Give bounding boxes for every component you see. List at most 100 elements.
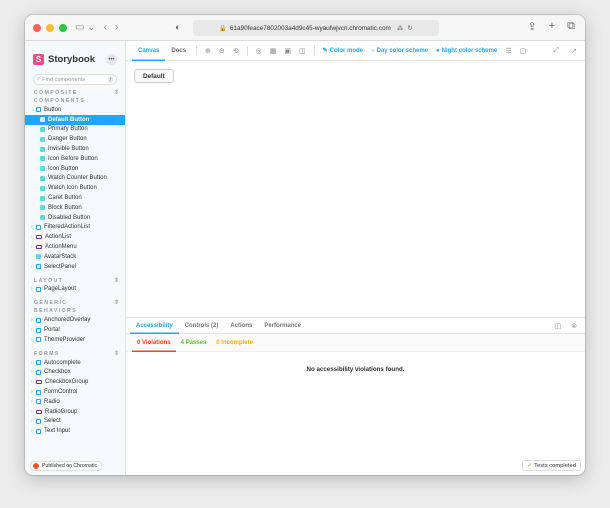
story-icon bbox=[40, 215, 45, 221]
sidebar-item-label: RadioGroup bbox=[45, 408, 78, 415]
sidebar-item[interactable]: Watch Icon Button bbox=[25, 183, 125, 193]
default-button[interactable]: Default bbox=[134, 69, 174, 83]
component-icon bbox=[36, 399, 41, 405]
sidebar-item[interactable]: › Autocomplete bbox=[25, 358, 125, 368]
viewport-icon[interactable]: ▣ bbox=[284, 47, 291, 55]
sidebar-item[interactable]: › CheckboxGroup bbox=[25, 377, 125, 387]
expand-collapse-icon[interactable]: ⇕ bbox=[114, 350, 119, 357]
brand-name: Storybook bbox=[48, 54, 95, 65]
sidebar-item[interactable]: › FormControl bbox=[25, 387, 125, 397]
component-icon bbox=[36, 360, 41, 366]
sidebar-item[interactable]: › Portal bbox=[25, 325, 125, 335]
sidebar-item[interactable]: › SelectPanel bbox=[25, 262, 125, 272]
story-icon bbox=[40, 175, 45, 181]
sidebar-item[interactable]: Watch Counter Button bbox=[25, 174, 125, 184]
sidebar-item[interactable]: ⌄ Button bbox=[25, 105, 125, 115]
expand-collapse-icon[interactable]: ⇕ bbox=[114, 89, 119, 96]
color-mode-button[interactable]: ✎ Color mode bbox=[323, 47, 363, 55]
sidebar-item[interactable]: Danger Button bbox=[25, 134, 125, 144]
sidebar-item[interactable]: › PageLayout bbox=[25, 285, 125, 295]
zoom-out-icon[interactable]: ⊖ bbox=[219, 47, 225, 55]
minimize-window-button[interactable] bbox=[46, 23, 54, 32]
sidebar-item-label: Autocomplete bbox=[44, 359, 81, 366]
new-tab-icon[interactable]: + bbox=[549, 20, 555, 33]
sidebar-item[interactable]: AvatarStack bbox=[25, 252, 125, 262]
close-panel-icon[interactable]: ⊗ bbox=[571, 322, 577, 330]
sidebar-item[interactable]: › Checkbox bbox=[25, 368, 125, 378]
addon-panel-icon[interactable]: ▢ bbox=[520, 47, 527, 55]
address-bar[interactable]: 🔒 61a90feace7802003a4d9c45-wyaufwjvcn.ch… bbox=[193, 20, 439, 36]
sidebar-item[interactable]: › RadioGroup bbox=[25, 407, 125, 417]
tab-canvas[interactable]: Canvas bbox=[132, 41, 165, 61]
tab-violations[interactable]: 0 Violations bbox=[132, 334, 176, 352]
night-scheme-button[interactable]: ● Night color scheme bbox=[436, 48, 497, 54]
grid-icon[interactable]: ▦ bbox=[270, 47, 277, 55]
panel-orientation-icon[interactable]: ◫ bbox=[555, 322, 562, 330]
outline-icon[interactable]: ☰ bbox=[505, 47, 511, 55]
tab-incomplete[interactable]: 0 Incomplete bbox=[211, 334, 258, 352]
close-window-button[interactable] bbox=[33, 23, 41, 32]
menu-icon[interactable]: ••• bbox=[106, 54, 117, 65]
component-icon bbox=[36, 327, 41, 333]
background-icon[interactable]: ◎ bbox=[256, 47, 262, 55]
story-icon bbox=[40, 156, 45, 162]
day-scheme-button[interactable]: ○ Day color scheme bbox=[371, 48, 428, 54]
sidebar-toggle-icon[interactable]: ▭ ⌄ bbox=[75, 22, 96, 33]
zoom-in-icon[interactable]: ⊕ bbox=[205, 47, 211, 55]
sidebar-section-header[interactable]: GENERIC BEHAVIORS ⇕ bbox=[25, 299, 125, 315]
sidebar-item-label: Portal bbox=[44, 327, 60, 334]
fullscreen-icon[interactable]: ⤢ bbox=[554, 47, 560, 55]
sidebar-item[interactable]: Caret Button bbox=[25, 193, 125, 203]
story-icon bbox=[40, 126, 45, 132]
zoom-reset-icon[interactable]: ⟲ bbox=[233, 47, 239, 55]
sidebar-item[interactable]: › ActionMenu bbox=[25, 242, 125, 252]
story-icon bbox=[40, 146, 45, 152]
sidebar-item[interactable]: Block Button bbox=[25, 203, 125, 213]
component-icon bbox=[36, 369, 41, 375]
tab-overview-icon[interactable]: ⧉ bbox=[567, 20, 575, 33]
sidebar-item-label: AnchoredOverlay bbox=[44, 317, 91, 324]
tab-performance[interactable]: Performance bbox=[258, 318, 307, 334]
sidebar-item[interactable]: Primary Button bbox=[25, 125, 125, 135]
share-icon[interactable]: ⇪ bbox=[527, 20, 536, 33]
folder-icon bbox=[36, 380, 42, 385]
sidebar-item[interactable]: › Radio bbox=[25, 397, 125, 407]
sidebar-item[interactable]: › Select bbox=[25, 417, 125, 427]
sidebar-item[interactable]: Disabled Button bbox=[25, 213, 125, 223]
sidebar-section-header[interactable]: LAYOUT ⇕ bbox=[25, 277, 125, 285]
sidebar-item[interactable]: › ActionList bbox=[25, 232, 125, 242]
translate-icon[interactable]: ⁂ bbox=[397, 24, 403, 32]
story-icon bbox=[36, 254, 41, 260]
url-text: 61a90feace7802003a4d9c45-wyaufwjvcn.chro… bbox=[229, 24, 391, 32]
maximize-window-button[interactable] bbox=[59, 23, 67, 32]
sidebar-item[interactable]: Invisible Button bbox=[25, 144, 125, 154]
tab-docs[interactable]: Docs bbox=[165, 41, 192, 61]
back-icon[interactable]: ‹ bbox=[104, 22, 107, 33]
tab-passes[interactable]: 4 Passes bbox=[176, 334, 212, 352]
sidebar-item[interactable]: › Text Input bbox=[25, 426, 125, 436]
sidebar-section-header[interactable]: FORMS ⇕ bbox=[25, 350, 125, 358]
published-on-chromatic-link[interactable]: Published on Chromatic bbox=[30, 461, 103, 471]
open-new-tab-icon[interactable]: ↗ bbox=[571, 47, 577, 55]
sidebar-item[interactable]: › ThemeProvider bbox=[25, 335, 125, 345]
sidebar-section-header[interactable]: COMPOSITE COMPONENTS ⇕ bbox=[25, 89, 125, 105]
expand-collapse-icon[interactable]: ⇕ bbox=[114, 299, 119, 306]
privacy-shield-icon[interactable]: ◐ bbox=[175, 22, 180, 32]
search-input[interactable]: ⌕ Find components / bbox=[33, 74, 117, 85]
reload-icon[interactable]: ↻ bbox=[407, 24, 412, 32]
forward-icon[interactable]: › bbox=[115, 22, 118, 33]
tab-actions[interactable]: Actions bbox=[224, 318, 258, 334]
night-scheme-label: Night color scheme bbox=[441, 47, 498, 54]
sidebar-item[interactable]: Icon Before Button bbox=[25, 154, 125, 164]
measure-icon[interactable]: ◫ bbox=[299, 47, 306, 55]
sidebar-item[interactable]: › FilteredActionList bbox=[25, 223, 125, 233]
expand-collapse-icon[interactable]: ⇕ bbox=[114, 277, 119, 284]
circle-filled-icon: ● bbox=[436, 47, 440, 54]
tab-controls[interactable]: Controls (2) bbox=[179, 318, 225, 334]
sidebar-item-label: Block Button bbox=[48, 204, 82, 211]
sidebar-item[interactable]: Default Button bbox=[25, 114, 125, 125]
search-icon: ⌕ bbox=[37, 76, 41, 82]
sidebar-item[interactable]: › AnchoredOverlay bbox=[25, 315, 125, 325]
sidebar-item[interactable]: Icon Button bbox=[25, 164, 125, 174]
tab-accessibility[interactable]: Accessibility bbox=[130, 318, 179, 334]
